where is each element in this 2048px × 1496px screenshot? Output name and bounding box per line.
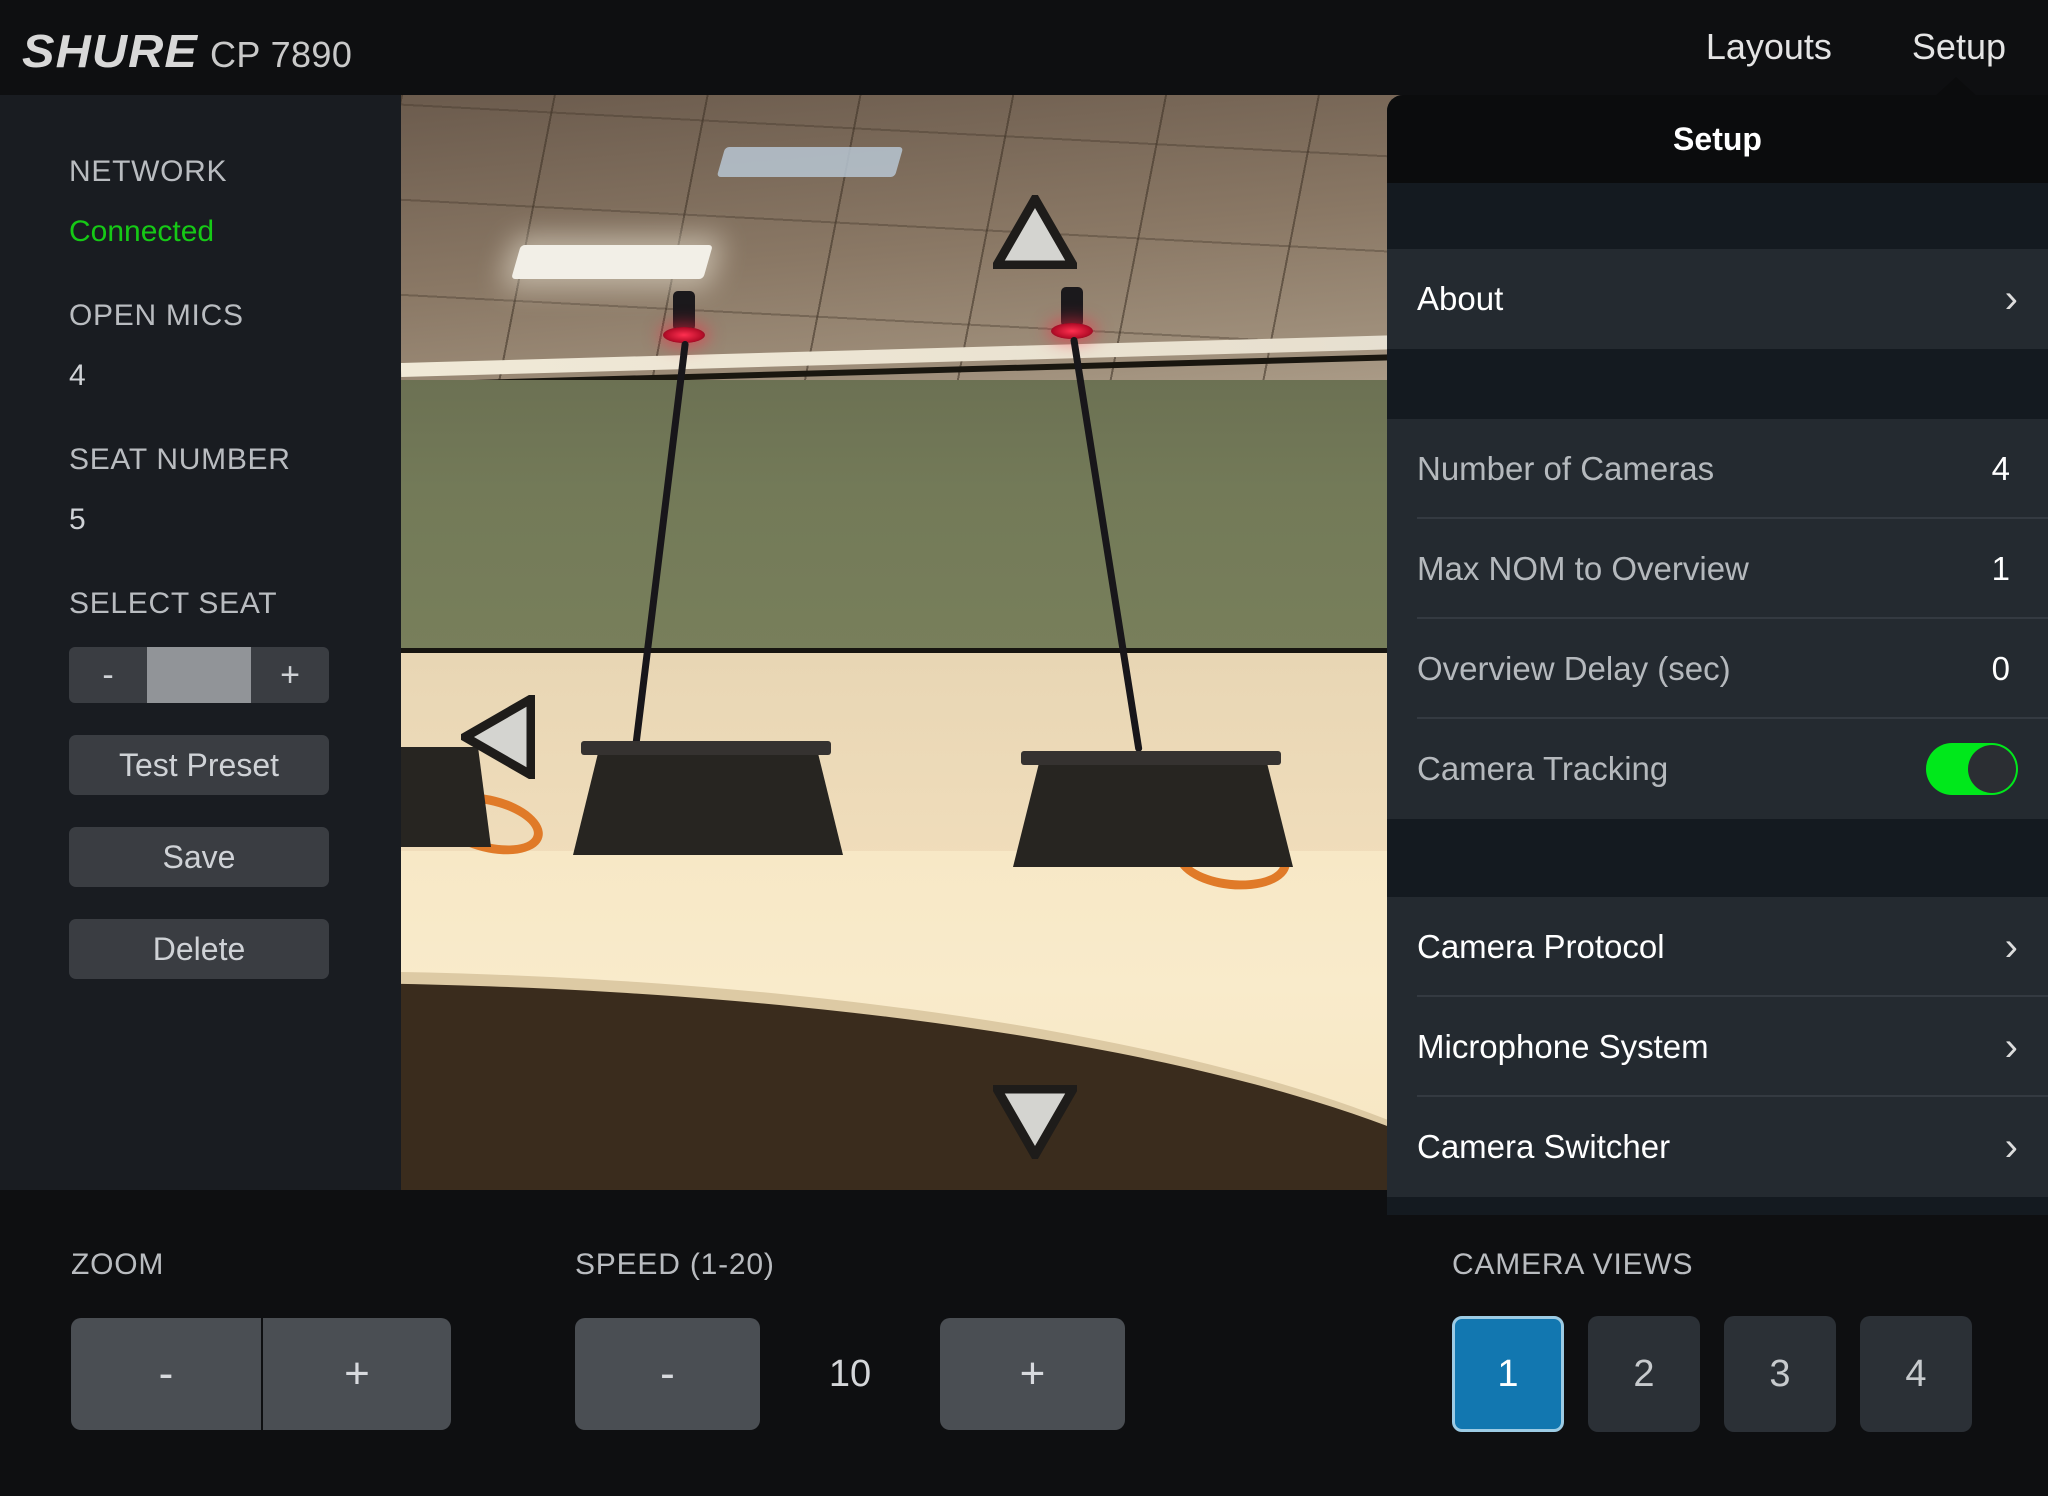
shure-logo: SHURE [22,24,198,78]
setup-popover-panel: Setup About › Number of Cameras 4 Max NO… [1387,95,2048,1215]
microphone-base-unit [573,745,843,855]
seat-number-label: SEAT NUMBER [69,443,401,477]
brand-block: SHURE CP 7890 [22,24,352,78]
zoom-label: ZOOM [71,1248,164,1282]
microphone-base-unit [1013,755,1293,867]
setup-row-number-of-cameras[interactable]: Number of Cameras 4 [1387,419,2048,519]
seat-value-field[interactable] [147,647,251,703]
seat-number-value: 5 [69,503,401,537]
microphone-capsule [673,291,695,331]
camera-view-button-3[interactable]: 3 [1724,1316,1836,1432]
select-seat-label: SELECT SEAT [69,587,401,621]
setup-row-overview-delay[interactable]: Overview Delay (sec) 0 [1387,619,2048,719]
status-sidebar: NETWORK Connected OPEN MICS 4 SEAT NUMBE… [0,95,401,1190]
test-preset-button[interactable]: Test Preset [69,735,329,795]
microphone-base-top [1021,751,1281,765]
open-mics-label: OPEN MICS [69,299,401,333]
app-header: SHURE CP 7890 Layouts Setup [0,0,2048,95]
header-nav: Layouts Setup [1706,26,2006,68]
select-seat-stepper[interactable]: - + [69,647,329,703]
pan-left-button[interactable] [461,695,535,779]
setup-row-max-nom-to-overview[interactable]: Max NOM to Overview 1 [1387,519,2048,619]
panel-spacer [1387,819,2048,897]
camera-tracking-toggle[interactable] [1926,743,2018,795]
setup-row-camera-tracking[interactable]: Camera Tracking [1387,719,2048,819]
setup-row-label: About [1417,280,2005,318]
app-root: SHURE CP 7890 Layouts Setup NETWORK Conn… [0,0,2048,1496]
setup-row-label: Camera Tracking [1417,750,1926,788]
zoom-out-button[interactable]: - [71,1318,261,1430]
setup-panel-title: Setup [1387,95,2048,183]
speed-value: 10 [760,1353,940,1396]
setup-row-label: Microphone System [1417,1028,2005,1066]
ceiling-light-panel [511,245,713,279]
panel-spacer [1387,183,2048,249]
camera-view-button-4[interactable]: 4 [1860,1316,1972,1432]
ceiling-vent-panel [717,147,904,177]
camera-view-button-2[interactable]: 2 [1588,1316,1700,1432]
setup-row-label: Max NOM to Overview [1417,550,1992,588]
network-status-value: Connected [69,215,401,249]
speed-increment-button[interactable]: + [940,1318,1125,1430]
save-button[interactable]: Save [69,827,329,887]
nav-item-setup[interactable]: Setup [1912,26,2006,68]
pan-up-button[interactable] [993,195,1077,269]
setup-row-camera-protocol[interactable]: Camera Protocol › [1387,897,2048,997]
open-mics-value: 4 [69,359,401,393]
setup-row-label: Camera Switcher [1417,1128,2005,1166]
spacer [0,249,401,299]
zoom-control-group: - + [71,1318,451,1430]
setup-row-label: Camera Protocol [1417,928,2005,966]
speed-decrement-button[interactable]: - [575,1318,760,1430]
camera-views-group: 1 2 3 4 [1452,1316,1972,1432]
seat-increment-button[interactable]: + [251,647,329,703]
setup-row-value: 0 [1992,650,2010,688]
speed-label: SPEED (1-20) [575,1248,775,1282]
zoom-in-button[interactable]: + [261,1318,451,1430]
microphone-base-top [581,741,831,755]
camera-view-button-1[interactable]: 1 [1452,1316,1564,1432]
speed-control-group: - 10 + [575,1318,1125,1430]
setup-row-label: Overview Delay (sec) [1417,650,1992,688]
microphone-capsule [1061,287,1083,327]
chevron-right-icon: › [2005,927,2018,967]
chevron-right-icon: › [2005,279,2018,319]
camera-views-label: CAMERA VIEWS [1452,1248,1693,1282]
model-name: CP 7890 [210,34,352,76]
setup-row-about[interactable]: About › [1387,249,2048,349]
toggle-knob [1968,745,2016,793]
setup-popover-caret-icon [1934,77,1978,97]
network-label: NETWORK [69,155,401,189]
setup-row-label: Number of Cameras [1417,450,1992,488]
nav-item-layouts[interactable]: Layouts [1706,26,1832,68]
spacer [0,537,401,587]
setup-row-value: 1 [1992,550,2010,588]
chevron-right-icon: › [2005,1027,2018,1067]
setup-row-microphone-system[interactable]: Microphone System › [1387,997,2048,1097]
panel-spacer [1387,349,2048,419]
seat-decrement-button[interactable]: - [69,647,147,703]
spacer [0,393,401,443]
chevron-right-icon: › [2005,1127,2018,1167]
pan-down-button[interactable] [993,1085,1077,1159]
setup-row-camera-switcher[interactable]: Camera Switcher › [1387,1097,2048,1197]
setup-row-value: 4 [1992,450,2010,488]
panel-spacer [1387,1197,2048,1215]
delete-button[interactable]: Delete [69,919,329,979]
